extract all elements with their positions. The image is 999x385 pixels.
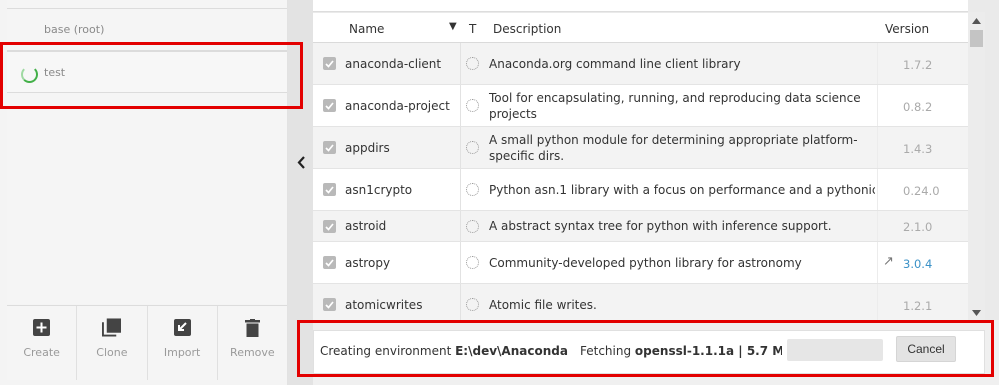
env-item-base[interactable]: base (root) [7, 9, 287, 51]
column-header-version[interactable]: Version [885, 22, 929, 36]
package-description: A abstract syntax tree for python with i… [489, 219, 832, 233]
env-item-label: base (root) [44, 23, 105, 36]
package-rows: anaconda-client Anaconda.org command lin… [313, 43, 968, 326]
remove-env-button[interactable]: Remove [217, 306, 287, 380]
collapse-panel-button[interactable] [292, 152, 310, 174]
status-dotted-circle-icon [466, 183, 479, 196]
table-row[interactable]: anaconda-client Anaconda.org command lin… [313, 43, 968, 85]
package-description: Tool for encapsulating, running, and rep… [489, 91, 861, 121]
cancel-button[interactable]: Cancel [896, 336, 956, 362]
column-divider [877, 284, 878, 325]
environments-panel: base (root) test Create Clone Import Rem… [0, 0, 288, 385]
package-description: Python asn.1 library with a focus on per… [489, 183, 875, 197]
table-row[interactable]: asn1crypto Python asn.1 library with a f… [313, 169, 968, 211]
package-description: Atomic file writes. [489, 298, 597, 312]
remove-label: Remove [230, 346, 275, 359]
status-dotted-circle-icon [466, 57, 479, 70]
table-row[interactable]: appdirs A small python module for determ… [313, 127, 968, 169]
import-icon [173, 318, 192, 337]
status-dotted-circle-icon [466, 99, 479, 112]
package-description: A small python module for determining ap… [489, 133, 858, 163]
column-divider [460, 284, 461, 325]
plus-square-icon [32, 318, 51, 337]
clone-label: Clone [96, 346, 128, 359]
table-row[interactable]: astropy Community-developed python libra… [313, 242, 968, 284]
status-dotted-circle-icon [466, 220, 479, 233]
trash-icon [243, 318, 262, 337]
package-name: astroid [345, 219, 387, 233]
package-version-update[interactable]: 3.0.4 [903, 257, 932, 271]
installed-checkbox[interactable] [323, 220, 336, 233]
package-version: 0.8.2 [903, 100, 933, 114]
status-dotted-circle-icon [466, 298, 479, 311]
creating-env-status: Creating environment E:\dev\Anaconda3\en… [320, 344, 568, 358]
column-divider [877, 169, 878, 210]
vertical-scrollbar[interactable] [968, 12, 985, 322]
package-version: 1.7.2 [903, 58, 933, 72]
package-name: asn1crypto [345, 183, 413, 197]
environment-actions: Create Clone Import Remove [7, 305, 287, 380]
installed-checkbox[interactable] [323, 57, 336, 70]
status-panel: Creating environment E:\dev\Anaconda3\en… [313, 330, 985, 374]
column-divider [877, 43, 878, 84]
package-version: 1.4.3 [903, 142, 933, 156]
sort-chevron-down-icon[interactable]: ▼ [449, 21, 457, 32]
progress-bar [787, 339, 883, 361]
package-name: appdirs [345, 141, 390, 155]
package-description: Community-developed python library for a… [489, 256, 802, 270]
package-version: 0.24.0 [903, 184, 940, 198]
package-version: 1.2.1 [903, 299, 933, 313]
package-name: anaconda-client [345, 57, 442, 71]
installed-checkbox[interactable] [323, 256, 336, 269]
column-header-description[interactable]: Description [493, 22, 561, 36]
env-item-test[interactable]: test [7, 51, 287, 93]
installed-checkbox[interactable] [323, 183, 336, 196]
panel-splitter[interactable] [288, 0, 313, 385]
create-label: Create [23, 346, 60, 359]
column-divider [460, 85, 461, 126]
loading-spinner-icon [21, 66, 38, 83]
installed-checkbox[interactable] [323, 298, 336, 311]
status-dotted-circle-icon [466, 256, 479, 269]
import-label: Import [163, 346, 201, 359]
status-dotted-circle-icon [466, 141, 479, 154]
scroll-up-icon[interactable] [970, 14, 983, 28]
column-divider [877, 242, 878, 283]
clone-env-button[interactable]: Clone [77, 306, 148, 380]
fetching-status: Fetching openssl-1.1.1a | 5.7 MB | ... [580, 344, 782, 358]
table-row[interactable]: anaconda-project Tool for encapsulating,… [313, 85, 968, 127]
clone-icon [102, 318, 122, 337]
installed-checkbox[interactable] [323, 141, 336, 154]
column-header-name[interactable]: Name [349, 22, 384, 36]
environment-list: base (root) test [7, 0, 287, 304]
package-description: Anaconda.org command line client library [489, 57, 741, 71]
package-name: atomicwrites [345, 298, 423, 312]
column-divider [460, 242, 461, 283]
env-item-label: test [44, 65, 66, 79]
column-divider [877, 85, 878, 126]
package-name: anaconda-project [345, 99, 450, 113]
scrollbar-thumb[interactable] [970, 30, 983, 47]
column-divider [460, 127, 461, 168]
table-row[interactable]: astroid A abstract syntax tree for pytho… [313, 211, 968, 242]
column-divider [877, 127, 878, 168]
packages-area: Name ▼ T Description Version anaconda-cl… [313, 0, 999, 326]
column-divider [460, 169, 461, 210]
update-arrow-icon[interactable]: ↗ [883, 254, 894, 269]
chevron-left-icon [297, 154, 306, 173]
column-header-type[interactable]: T [469, 22, 476, 36]
table-header: Name ▼ T Description Version [313, 13, 968, 43]
create-env-button[interactable]: Create [7, 306, 78, 380]
import-env-button[interactable]: Import [147, 306, 218, 380]
package-name: astropy [345, 256, 391, 270]
status-bar: Creating environment E:\dev\Anaconda3\en… [313, 320, 999, 385]
scroll-down-icon[interactable] [970, 306, 983, 320]
column-divider [460, 211, 461, 241]
table-top-strip [313, 0, 968, 12]
package-version: 2.1.0 [903, 220, 933, 234]
installed-checkbox[interactable] [323, 99, 336, 112]
column-divider [877, 211, 878, 241]
column-divider [460, 43, 461, 84]
env-list-top-spacer [7, 0, 287, 9]
